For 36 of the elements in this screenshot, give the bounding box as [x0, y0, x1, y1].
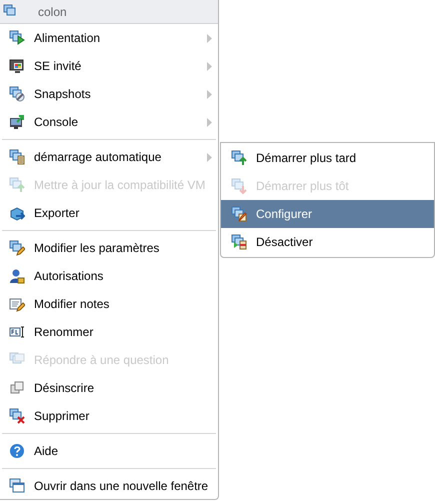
menu-header: colon: [0, 0, 218, 24]
menu-item[interactable]: Renommer: [0, 318, 218, 346]
vm-play-icon: [9, 30, 25, 46]
user-lock-icon: [9, 268, 25, 284]
menu-item[interactable]: Ouvrir dans une nouvelle fenêtre: [0, 472, 218, 500]
menu-item[interactable]: Modifier notes: [0, 290, 218, 318]
cube-arrow-icon: [9, 205, 25, 221]
vm-pencil-icon: [9, 240, 25, 256]
menu-item[interactable]: Snapshots: [0, 80, 218, 108]
vm-arrow-up-icon: [9, 177, 25, 193]
vm-arrow-down-icon: [231, 178, 247, 194]
monitor-icon: [9, 58, 25, 74]
menu-item[interactable]: Supprimer: [0, 402, 218, 430]
note-pencil-icon: [9, 296, 25, 312]
menu-item[interactable]: Configurer: [221, 200, 434, 228]
vm-x-icon: [9, 408, 25, 424]
monitor-arrow-icon: [9, 114, 25, 130]
menu-item[interactable]: Aide: [0, 437, 218, 465]
windows-icon: [9, 478, 25, 494]
help-icon: [9, 443, 25, 459]
vm-document-icon: [231, 234, 247, 250]
menu-item[interactable]: Désinscrire: [0, 374, 218, 402]
menu-item[interactable]: démarrage automatique: [0, 143, 218, 171]
menu-item[interactable]: Désactiver: [221, 228, 434, 256]
stacked-squares-icon: [9, 380, 25, 396]
vm-arrow-up-icon: [231, 150, 247, 166]
menu-item[interactable]: Alimentation: [0, 24, 218, 52]
text-cursor-icon: [9, 324, 25, 340]
menu-item[interactable]: Exporter: [0, 199, 218, 227]
vm-document-icon: [9, 149, 25, 165]
menu-item[interactable]: Autorisations: [0, 262, 218, 290]
menu-item[interactable]: Modifier les paramètres: [0, 234, 218, 262]
vm-pencil-icon: [231, 206, 247, 222]
menu-item[interactable]: SE invité: [0, 52, 218, 80]
menu-item[interactable]: Console: [0, 108, 218, 136]
menu-item[interactable]: Démarrer plus tard: [221, 144, 434, 172]
